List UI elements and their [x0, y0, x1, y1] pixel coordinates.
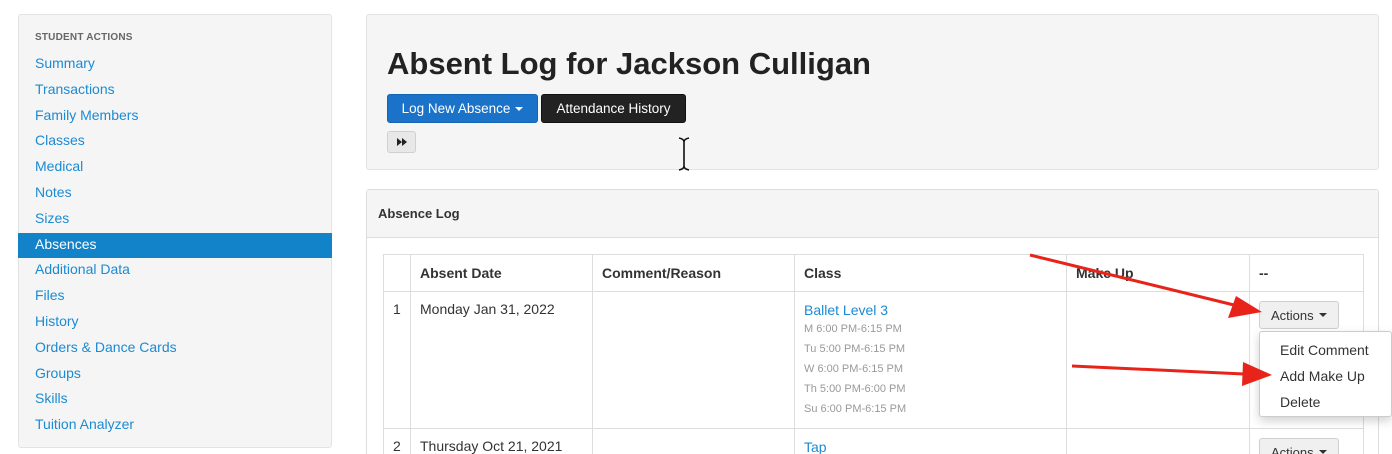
comment-cell: [592, 291, 795, 429]
class-link[interactable]: Tap: [804, 438, 1066, 454]
schedule-line: Th 5:00 PM-6:00 PM: [804, 383, 906, 395]
sidebar-item-files[interactable]: Files: [19, 284, 331, 310]
column-header-number: [383, 254, 411, 292]
schedule-line: W 6:00 PM-6:15 PM: [804, 363, 904, 375]
sidebar-item-notes[interactable]: Notes: [19, 181, 331, 207]
absent-date-cell: Thursday Oct 21, 2021: [410, 428, 593, 454]
menu-item-edit-comment[interactable]: Edit Comment: [1260, 340, 1391, 366]
makeup-cell: [1066, 291, 1250, 429]
actions-dropdown-menu: Edit Comment Add Make Up Delete: [1259, 331, 1392, 417]
absence-log-table: Absent Date Comment/Reason Class Make Up…: [383, 254, 1364, 454]
absent-date-cell: Monday Jan 31, 2022: [410, 291, 593, 429]
class-link[interactable]: Ballet Level 3: [804, 301, 1066, 319]
sidebar-item-family-members[interactable]: Family Members: [19, 104, 331, 130]
schedule-line: Tu 5:00 PM-6:15 PM: [804, 343, 906, 355]
comment-cell: [592, 428, 795, 454]
sidebar-item-additional-data[interactable]: Additional Data: [19, 258, 331, 284]
menu-item-delete[interactable]: Delete: [1260, 392, 1391, 418]
log-new-absence-button[interactable]: Log New Absence: [387, 94, 538, 123]
table-header-row: Absent Date Comment/Reason Class Make Up…: [383, 254, 1364, 292]
class-cell: Ballet Level 3 M 6:00 PM-6:15 PM Tu 5:00…: [794, 291, 1067, 429]
schedule-line: Su 6:00 PM-6:15 PM: [804, 403, 907, 415]
sidebar-item-transactions[interactable]: Transactions: [19, 78, 331, 104]
actions-label: Actions: [1271, 307, 1314, 323]
sidebar-item-orders-dance-cards[interactable]: Orders & Dance Cards: [19, 336, 331, 362]
fast-forward-icon: [396, 138, 407, 146]
attendance-history-button[interactable]: Attendance History: [541, 94, 686, 123]
column-header-absent-date: Absent Date: [410, 254, 593, 292]
sidebar-item-skills[interactable]: Skills: [19, 387, 331, 413]
sidebar-item-summary[interactable]: Summary: [19, 52, 331, 78]
sidebar-item-classes[interactable]: Classes: [19, 129, 331, 155]
header-panel: Absent Log for Jackson Culligan Log New …: [366, 14, 1379, 171]
actions-cell: Actions: [1249, 428, 1364, 454]
table-row: 2 Thursday Oct 21, 2021 Tap Actions: [383, 428, 1364, 454]
column-header-actions: --: [1249, 254, 1364, 292]
log-new-absence-label: Log New Absence: [401, 101, 511, 116]
sidebar-item-groups[interactable]: Groups: [19, 362, 331, 388]
sidebar-item-sizes[interactable]: Sizes: [19, 207, 331, 233]
actions-label: Actions: [1271, 444, 1314, 454]
row-number: 2: [383, 428, 411, 454]
schedule-line: M 6:00 PM-6:15 PM: [804, 323, 902, 335]
menu-item-add-make-up[interactable]: Add Make Up: [1260, 366, 1391, 392]
class-cell: Tap: [794, 428, 1067, 454]
text-cursor-icon: [678, 137, 690, 171]
fast-forward-button[interactable]: [387, 131, 416, 153]
student-actions-sidebar: STUDENT ACTIONS Summary Transactions Fam…: [18, 14, 332, 448]
actions-dropdown-button[interactable]: Actions: [1259, 301, 1339, 329]
caret-down-icon: [1318, 450, 1327, 454]
table-row: 1 Monday Jan 31, 2022 Ballet Level 3 M 6…: [383, 291, 1364, 429]
sidebar-item-medical[interactable]: Medical: [19, 155, 331, 181]
sidebar-nav: Summary Transactions Family Members Clas…: [18, 52, 332, 439]
sidebar-item-history[interactable]: History: [19, 310, 331, 336]
column-header-make-up: Make Up: [1066, 254, 1250, 292]
caret-down-icon: [515, 106, 524, 111]
column-header-comment-reason: Comment/Reason: [592, 254, 795, 292]
caret-down-icon: [1318, 313, 1327, 317]
sidebar-title: STUDENT ACTIONS: [35, 32, 133, 43]
absence-log-heading: Absence Log: [367, 190, 1378, 238]
column-header-class: Class: [794, 254, 1067, 292]
page-title: Absent Log for Jackson Culligan: [387, 46, 871, 81]
makeup-cell: [1066, 428, 1250, 454]
sidebar-item-absences[interactable]: Absences: [18, 232, 332, 259]
actions-dropdown-button[interactable]: Actions: [1259, 438, 1339, 454]
row-number: 1: [383, 291, 411, 429]
attendance-history-label: Attendance History: [556, 101, 671, 116]
absence-log-panel: Absence Log Absent Date Comment/Reason C…: [366, 189, 1379, 454]
sidebar-item-tuition-analyzer[interactable]: Tuition Analyzer: [19, 413, 331, 439]
